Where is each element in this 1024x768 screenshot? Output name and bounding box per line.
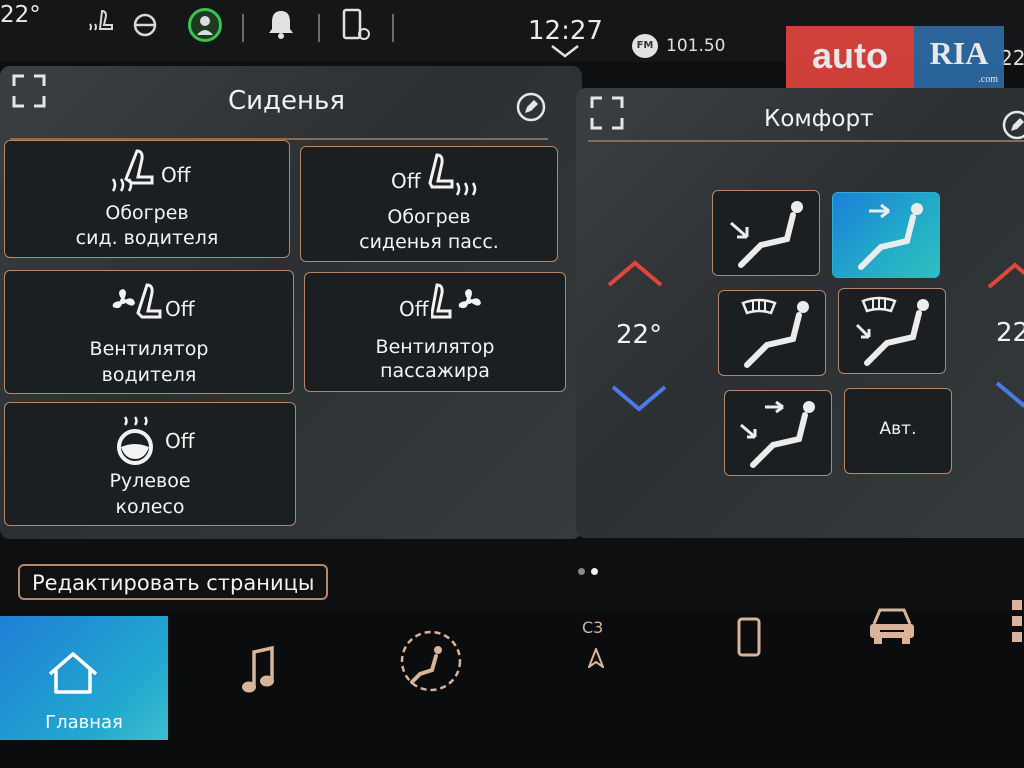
panel-title: Комфорт — [764, 106, 874, 132]
seat-heat-driver-tile[interactable]: Off Обогрев сид. водителя — [4, 140, 290, 258]
expand-icon[interactable] — [12, 74, 46, 108]
steering-heat-state: Off — [165, 429, 195, 453]
passenger-temperature-display: 22 — [996, 318, 1024, 348]
steering-wheel-heat-icon — [117, 416, 153, 465]
seat-heat-driver-label-2: сид. водителя — [75, 227, 219, 249]
seat-vent-passenger-state: Off — [399, 297, 429, 321]
seat-heat-passenger-label-1: Обогрев — [387, 206, 471, 228]
watermark-auto: auto — [786, 26, 914, 88]
seat-vent-passenger-label-2: пассажира — [380, 360, 490, 382]
chevron-down-icon[interactable] — [550, 44, 580, 58]
steering-heat-icon[interactable] — [130, 8, 160, 44]
comfort-panel: Комфорт 22° 22 Авт. — [576, 88, 1024, 538]
seat-heat-passenger-tile[interactable]: Off Обогрев сиденья пасс. — [300, 146, 558, 262]
status-divider — [318, 14, 320, 42]
auto-airflow-tile[interactable]: Авт. — [844, 388, 952, 474]
seat-heat-driver-label-1: Обогрев — [105, 202, 189, 224]
seat-vent-driver-tile[interactable]: Off Вентилятор водителя — [4, 270, 294, 394]
seats-panel: Сиденья Off Обогрев сид. водителя Off Об… — [0, 66, 582, 539]
seat-heat-passenger-label-2: сиденья пасс. — [359, 231, 499, 253]
home-icon — [48, 652, 98, 694]
page-dot-active[interactable] — [591, 568, 598, 575]
defrost-lower-icon — [855, 296, 929, 366]
bottom-nav-bar: Главная C3 — [0, 600, 1024, 768]
airflow-lower-icon — [730, 201, 803, 268]
seat-fan-icon — [112, 283, 162, 319]
seat-heat-passenger-state: Off — [391, 169, 421, 193]
airflow-upper-icon — [858, 203, 923, 270]
airflow-mode-windshield-tile[interactable] — [718, 290, 826, 376]
nav-c3-label: C3 — [582, 618, 604, 637]
phone-icon[interactable] — [736, 616, 762, 658]
status-divider — [392, 14, 394, 42]
temp-up-chevron-icon[interactable] — [606, 260, 664, 288]
auto-label: Авт. — [879, 419, 917, 439]
temp-down-chevron-icon[interactable] — [610, 384, 668, 412]
home-button[interactable]: Главная — [0, 616, 168, 740]
airflow-mode-upper-tile[interactable] — [832, 192, 940, 278]
temp-up-chevron-icon[interactable] — [986, 262, 1024, 290]
airflow-mode-windshield-lower-tile[interactable] — [838, 288, 946, 374]
page-indicator — [578, 560, 604, 579]
grid-menu-icon[interactable] — [1010, 598, 1024, 644]
seat-vent-passenger-label-1: Вентилятор — [375, 336, 495, 358]
radio-frequency[interactable]: 101.50 — [666, 36, 725, 56]
home-label: Главная — [45, 712, 123, 733]
seat-vent-driver-state: Off — [165, 297, 195, 321]
panel-title: Сиденья — [228, 86, 345, 116]
edit-pencil-icon[interactable] — [1002, 110, 1024, 140]
steering-heat-label-1: Рулевое — [109, 470, 191, 492]
watermark-com-text: .com — [978, 74, 998, 85]
edit-pencil-icon[interactable] — [516, 92, 546, 122]
page-dot[interactable] — [578, 568, 585, 575]
watermark-logo: auto RIA .com — [786, 26, 1004, 88]
bell-icon[interactable] — [266, 8, 296, 46]
seat-heat-icon[interactable] — [84, 8, 118, 44]
steering-heat-tile[interactable]: Off Рулевое колесо — [4, 402, 296, 526]
seat-heat-driver-state: Off — [161, 163, 191, 187]
edit-pages-button[interactable]: Редактировать страницы — [18, 564, 329, 600]
seat-vent-passenger-tile[interactable]: Off Вентилятор пассажира — [304, 272, 566, 392]
radio-band-badge[interactable]: FM — [632, 34, 658, 58]
phone-settings-icon[interactable] — [340, 8, 372, 48]
clock: 12:27 — [528, 16, 603, 46]
airflow-mode-lower-tile[interactable] — [712, 190, 820, 276]
airflow-upper-lower-icon — [740, 400, 815, 468]
outside-temperature: 22° — [0, 2, 41, 28]
music-note-icon[interactable] — [240, 646, 276, 698]
car-icon[interactable] — [866, 604, 918, 648]
watermark-ria: RIA .com — [914, 26, 1004, 88]
defrost-seat-icon — [741, 298, 809, 368]
driver-profile-icon[interactable] — [188, 8, 222, 42]
temp-down-chevron-icon[interactable] — [994, 380, 1024, 408]
status-divider — [242, 14, 244, 42]
seat-heat-icon — [428, 153, 477, 196]
seat-vent-driver-label-2: водителя — [101, 364, 197, 386]
title-rule — [588, 140, 1024, 142]
navigation-arrow-icon[interactable] — [588, 648, 604, 668]
climate-fan-icon[interactable] — [398, 628, 464, 694]
seat-fan-icon — [431, 283, 481, 319]
seat-heat-icon — [111, 149, 154, 192]
airflow-mode-upper-lower-tile[interactable] — [724, 390, 832, 476]
temperature-display: 22° — [616, 320, 663, 350]
expand-icon[interactable] — [590, 96, 624, 130]
watermark-ria-text: RIA — [929, 35, 989, 71]
steering-heat-label-2: колесо — [115, 496, 185, 518]
seat-vent-driver-label-1: Вентилятор — [89, 338, 209, 360]
